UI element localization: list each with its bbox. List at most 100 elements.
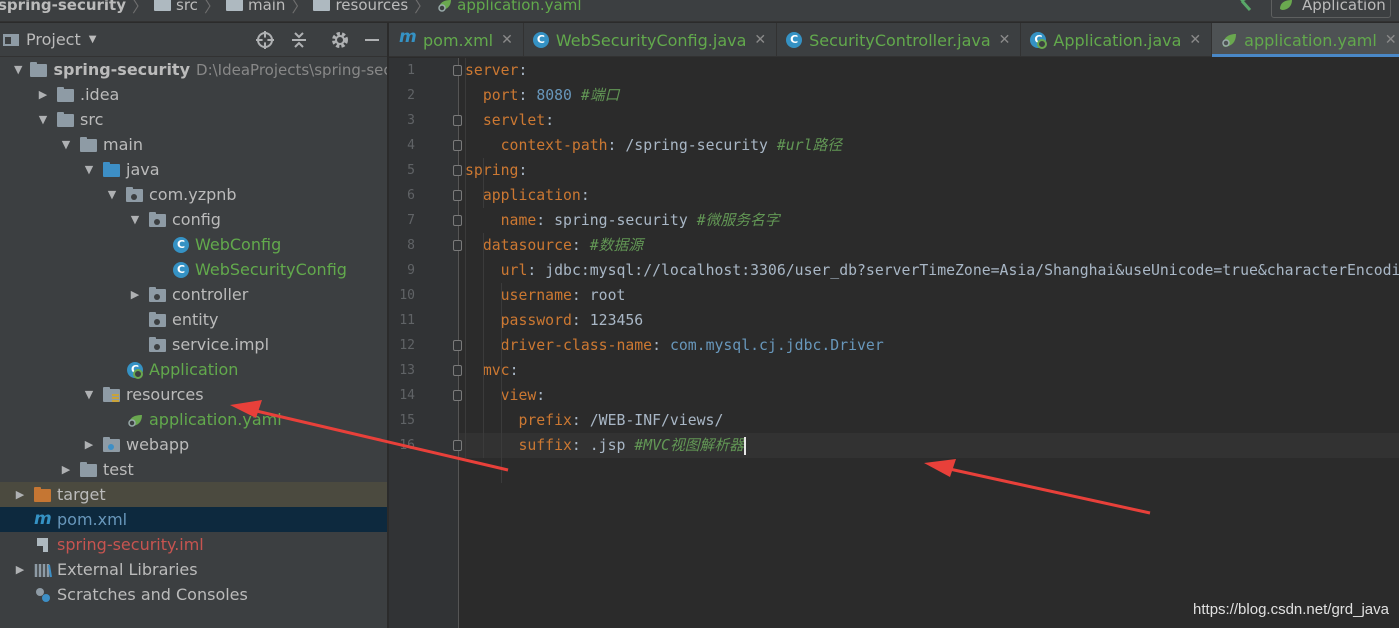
code-editor[interactable]: 1 2 3 4 5 6 7 8 9 10 11 12 13 14 15 16 server: port: 80… [389,58,1399,628]
collapse-arrow-icon[interactable]: ▶ [83,438,95,451]
editor-tab-websecurityconfig-java[interactable]: C WebSecurityConfig.java ✕ [524,23,778,57]
fold-start-icon[interactable] [453,240,462,251]
breadcrumb-item-project[interactable]: spring-security 〉 [0,0,154,21]
yaml-colon: : [509,362,519,379]
code-line[interactable]: spring: [465,158,527,183]
tree-item-controller[interactable]: ▶ controller [0,282,387,307]
line-number-gutter: 1 2 3 4 5 6 7 8 9 10 11 12 13 14 15 16 [389,58,459,628]
fold-start-icon[interactable] [453,115,462,126]
collapse-arrow-icon[interactable]: ▶ [129,288,141,301]
code-line[interactable]: suffix: .jsp #MVC视图解析器 [465,433,746,458]
tree-item-label: resources [126,385,204,404]
expand-arrow-icon[interactable]: ▼ [129,213,141,226]
expand-arrow-icon[interactable]: ▼ [37,113,49,126]
expand-arrow-icon[interactable]: ▼ [14,63,22,76]
editor-tab-application-yaml[interactable]: application.yaml ✕ [1212,23,1399,57]
fold-start-icon[interactable] [453,390,462,401]
code-line[interactable]: mvc: [465,358,519,383]
line-number: 12 [399,338,415,353]
tree-item-external-libraries[interactable]: ▶ External Libraries [0,557,387,582]
fold-start-icon[interactable] [453,165,462,176]
fold-start-icon[interactable] [453,65,462,76]
line-number: 11 [399,313,415,328]
maven-icon: m [34,508,52,529]
tree-item-spring-security-iml[interactable]: ▶spring-security.iml [0,532,387,557]
close-icon[interactable]: ✕ [999,32,1011,48]
tree-item-target[interactable]: ▶ target [0,482,387,507]
code-line[interactable]: name: spring-security #微服务名字 [465,208,780,233]
code-line[interactable]: view: [465,383,546,408]
expand-arrow-icon[interactable]: ▼ [60,138,72,151]
tree-item-java[interactable]: ▼ java [0,157,387,182]
gear-icon[interactable] [331,31,349,49]
locate-target-icon[interactable] [256,31,274,49]
breadcrumb-item-src[interactable]: src 〉 [154,0,226,21]
tree-item-pom-xml[interactable]: ▶mpom.xml [0,507,387,532]
tree-item-src[interactable]: ▼ src [0,107,387,132]
tab-label: application.yaml [1244,30,1377,50]
collapse-arrow-icon[interactable]: ▶ [37,88,49,101]
close-icon[interactable]: ✕ [1189,32,1201,48]
tree-item-websecurityconfig[interactable]: ▶CWebSecurityConfig [0,257,387,282]
tree-item-config[interactable]: ▼ config [0,207,387,232]
expand-arrow-icon[interactable]: ▼ [83,388,95,401]
collapse-arrow-icon[interactable]: ▶ [14,563,26,576]
breadcrumb-item-file[interactable]: application.yaml [436,0,582,21]
breadcrumb-item-resources[interactable]: resources 〉 [313,0,436,21]
code-line[interactable]: servlet: [465,108,554,133]
tree-item-webconfig[interactable]: ▶CWebConfig [0,232,387,257]
collapse-arrow-icon[interactable]: ▶ [60,463,72,476]
tree-item-test[interactable]: ▶ test [0,457,387,482]
code-line[interactable]: password: 123456 [465,308,644,333]
fold-start-icon[interactable] [453,365,462,376]
tree-item-application[interactable]: ▶CApplication [0,357,387,382]
package-icon [149,311,167,328]
tree-item-spring-security[interactable]: ▼ spring-security D:\IdeaProjects\spring-s… [0,57,387,82]
run-configuration-selector[interactable]: Application [1271,0,1391,18]
tree-item-resources[interactable]: ▼ resources [0,382,387,407]
code-line[interactable]: server: [465,58,527,83]
minimize-icon[interactable] [363,31,381,49]
fold-end-icon[interactable] [453,140,462,151]
fold-end-icon[interactable] [453,215,462,226]
editor-tab-pom-xml[interactable]: m pom.xml ✕ [389,23,524,57]
tree-item-webapp[interactable]: ▶ webapp [0,432,387,457]
editor-tab-application-java[interactable]: C Application.java ✕ [1021,23,1213,57]
line-number: 16 [399,438,415,453]
tree-item-main[interactable]: ▼ main [0,132,387,157]
tree-item-scratches-and-consoles[interactable]: ▶Scratches and Consoles [0,582,387,607]
tree-item-application-yaml[interactable]: ▶application.yaml [0,407,387,432]
code-line[interactable]: prefix: /WEB-INF/views/ [465,408,723,433]
code-line[interactable]: driver-class-name: com.mysql.cj.jdbc.Dri… [465,333,884,358]
editor-tab-securitycontroller-java[interactable]: C SecurityController.java ✕ [777,23,1022,57]
code-line[interactable]: context-path: /spring-security #url路径 [465,133,842,158]
tree-item-service-impl[interactable]: ▶service.impl [0,332,387,357]
close-icon[interactable]: ✕ [754,32,766,48]
breadcrumb-item-main[interactable]: main 〉 [225,0,314,21]
expand-arrow-icon[interactable]: ▼ [106,188,118,201]
expand-arrow-icon[interactable]: ▼ [83,163,95,176]
code-line[interactable]: username: root [465,283,626,308]
tree-item-com-yzpnb[interactable]: ▼ com.yzpnb [0,182,387,207]
fold-start-icon[interactable] [453,190,462,201]
tree-item-entity[interactable]: ▶entity [0,307,387,332]
code-line[interactable]: url: jdbc:mysql://localhost:3306/user_db… [465,258,1399,283]
fold-end-icon[interactable] [453,340,462,351]
fold-end-icon[interactable] [453,440,462,451]
folder-icon [80,136,98,153]
tree-item-label: com.yzpnb [149,185,237,204]
close-icon[interactable]: ✕ [1385,32,1397,48]
collapse-all-icon[interactable] [290,31,308,49]
tree-item-idea[interactable]: ▶ .idea [0,82,387,107]
code-line[interactable]: port: 8080 #端口 [465,83,620,108]
tree-item-label: config [172,210,221,229]
close-icon[interactable]: ✕ [501,32,513,48]
build-hammer-icon[interactable] [1235,0,1253,12]
chevron-down-icon[interactable]: ▼ [89,34,97,45]
code-line[interactable]: datasource: #数据源 [465,233,643,258]
spring-boot-icon [1280,0,1292,10]
collapse-arrow-icon[interactable]: ▶ [14,488,26,501]
project-panel-title[interactable]: Project [26,30,81,49]
